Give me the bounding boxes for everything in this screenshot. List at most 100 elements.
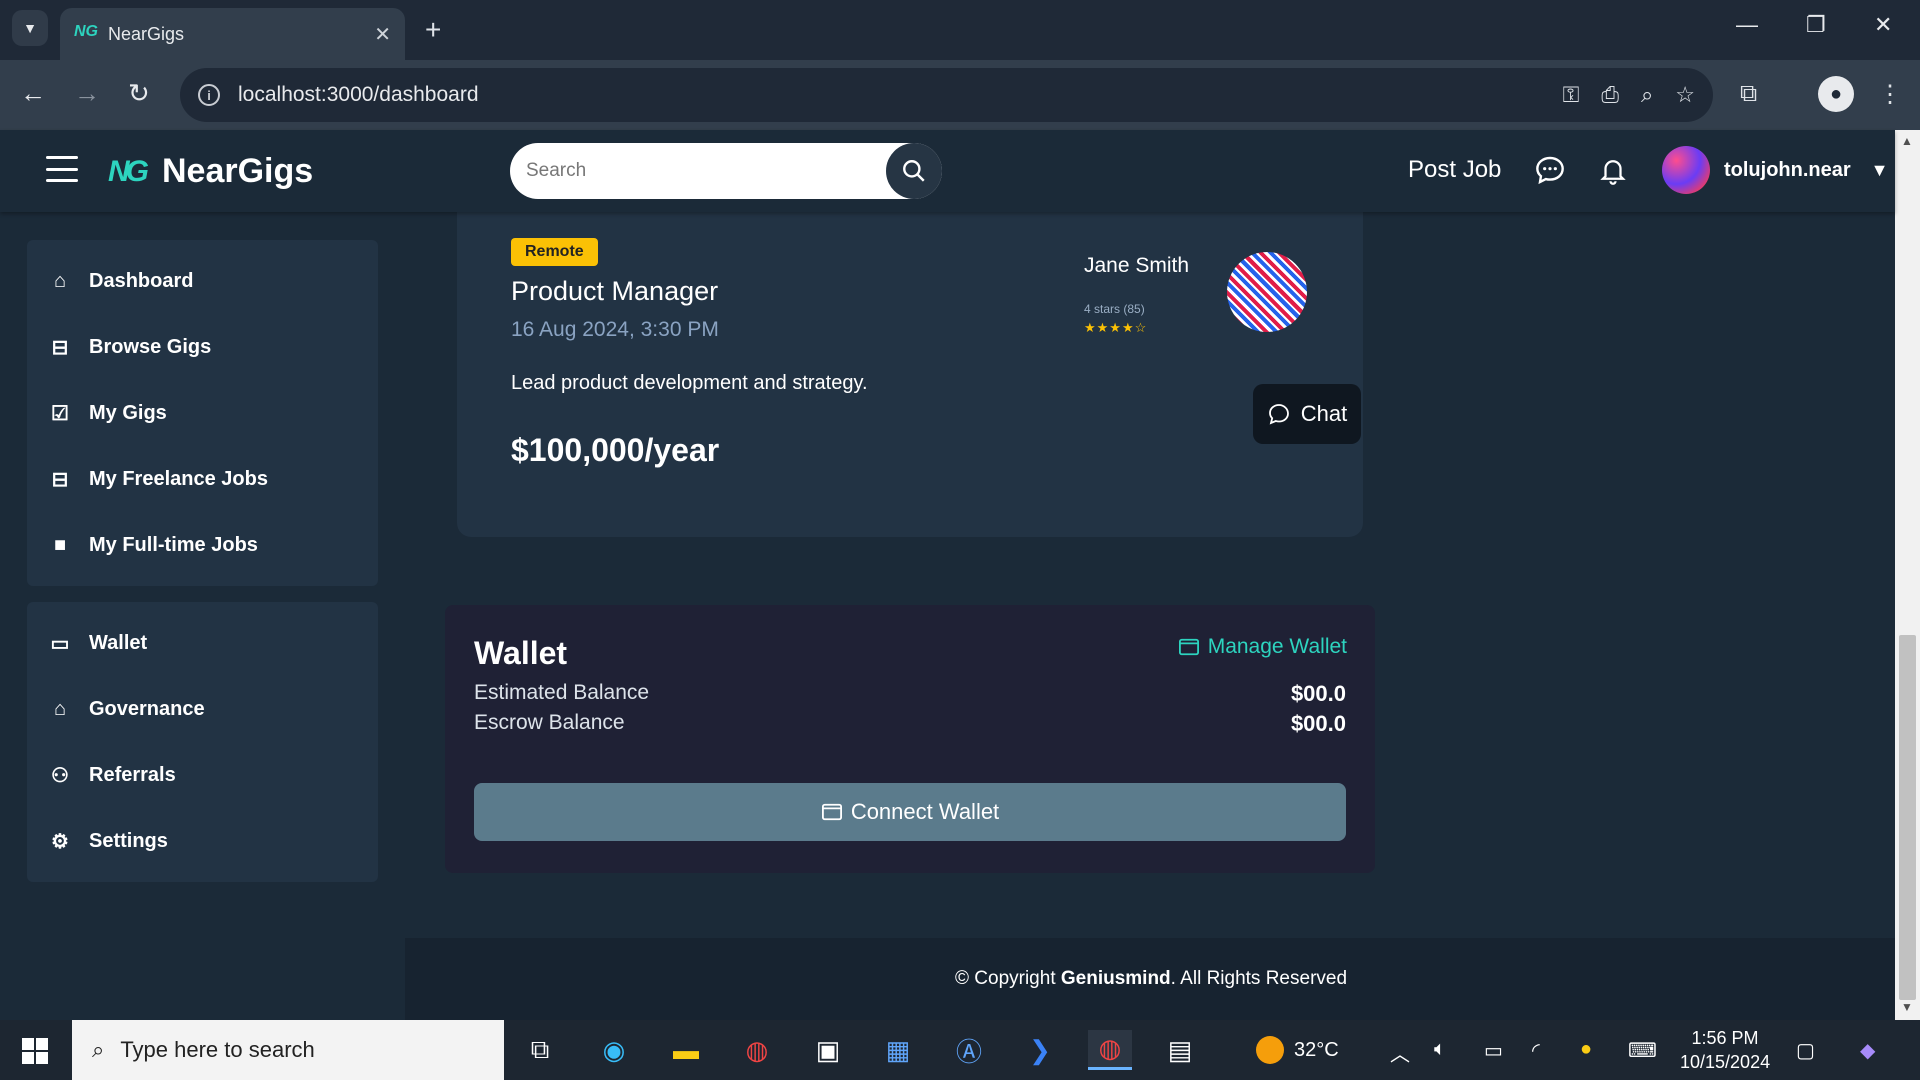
zoom-icon[interactable]: ⌕ xyxy=(1641,82,1653,108)
reload-icon[interactable]: ↻ xyxy=(128,78,150,109)
browser-tab-bar: ▼ NG NearGigs ✕ + — ❐ ✕ xyxy=(0,0,1920,60)
username: tolujohn.near xyxy=(1724,158,1851,181)
clipboard-check-icon: ☑ xyxy=(51,402,69,425)
scroll-down-icon[interactable]: ▼ xyxy=(1901,1000,1913,1014)
install-app-icon[interactable]: ⎙ xyxy=(1601,82,1619,108)
job-card[interactable]: Remote Product Manager 16 Aug 2024, 3:30… xyxy=(457,202,1363,537)
edge-browser-icon[interactable]: ◉ xyxy=(592,1030,636,1070)
estimated-balance-label: Estimated Balance xyxy=(474,681,650,704)
bookmark-star-icon[interactable]: ☆ xyxy=(1675,82,1695,108)
caret-down-icon[interactable]: ▼ xyxy=(1871,160,1889,181)
taskbar-search[interactable]: ⌕ Type here to search xyxy=(72,1020,504,1080)
sidebar-item-wallet[interactable]: ▭ Wallet xyxy=(27,610,378,676)
job-title[interactable]: Product Manager xyxy=(511,276,718,307)
browser-tab[interactable]: NG NearGigs ✕ xyxy=(60,8,405,60)
user-menu[interactable]: tolujohn.near ▼ xyxy=(1662,146,1889,194)
notification-center-icon[interactable]: ▢ xyxy=(1796,1038,1815,1063)
sidebar-item-governance[interactable]: ⌂ Governance xyxy=(27,676,378,742)
sidebar-item-my-freelance-jobs[interactable]: ⊟ My Freelance Jobs xyxy=(27,446,378,512)
back-icon[interactable]: ← xyxy=(20,78,46,109)
close-window-icon[interactable]: ✕ xyxy=(1874,12,1892,38)
chat-button[interactable]: Chat xyxy=(1253,384,1361,444)
search-button[interactable] xyxy=(886,143,942,199)
battery-icon[interactable]: ▭ xyxy=(1484,1038,1503,1063)
clock-date: 10/15/2024 xyxy=(1680,1052,1771,1072)
copyright-text: © Copyright Geniusmind. All Rights Reser… xyxy=(955,968,1347,990)
weather-widget[interactable]: 32°C xyxy=(1256,1036,1339,1064)
escrow-balance-value: $00.0 xyxy=(1290,711,1346,736)
post-job-link[interactable]: Post Job xyxy=(1408,156,1501,184)
password-key-icon[interactable]: ⚿ xyxy=(1563,82,1580,108)
scroll-up-icon[interactable]: ▲ xyxy=(1901,134,1913,148)
forward-icon[interactable]: → xyxy=(74,78,100,109)
sidebar-item-browse-gigs[interactable]: ⊟ Browse Gigs xyxy=(27,314,378,380)
tray-app-icon[interactable]: ● xyxy=(1580,1038,1592,1061)
job-salary: $100,000/year xyxy=(511,432,720,468)
messages-icon[interactable] xyxy=(1534,154,1566,193)
file-explorer-icon[interactable]: ▬ xyxy=(664,1030,708,1070)
search-icon xyxy=(903,160,925,182)
sidebar-item-dashboard[interactable]: ⌂ Dashboard xyxy=(27,248,378,314)
browser-profile-icon[interactable]: ● xyxy=(1818,76,1854,112)
microsoft-store-icon[interactable]: ▦ xyxy=(876,1030,920,1070)
wifi-icon[interactable]: ◜ xyxy=(1532,1038,1540,1063)
sidebar-item-label: My Full-time Jobs xyxy=(89,533,258,556)
job-date: 16 Aug 2024, 3:30 PM xyxy=(511,318,719,341)
windows-taskbar: ⌕ Type here to search ⧉ ◉ ▬ ◍ ▣ ▦ Ⓐ ❯ ◍ … xyxy=(0,1020,1920,1080)
people-icon: ⚇ xyxy=(51,764,69,787)
restore-icon[interactable]: ❐ xyxy=(1806,12,1826,38)
connect-wallet-button[interactable]: Connect Wallet xyxy=(474,783,1346,841)
system-clock[interactable]: 1:56 PM 10/15/2024 xyxy=(1680,1026,1770,1074)
sidebar: ⌂ Dashboard ⊟ Browse Gigs ☑ My Gigs ⊟ My… xyxy=(0,212,405,1020)
volume-icon[interactable]: 🔈︎ xyxy=(1434,1038,1446,1061)
hamburger-menu-icon[interactable] xyxy=(46,156,78,182)
app-logo[interactable]: NG NearGigs xyxy=(108,152,313,191)
estimated-balance-value: $00.0 xyxy=(1290,681,1346,706)
keyboard-icon[interactable]: ⌨ xyxy=(1628,1038,1657,1063)
user-avatar[interactable] xyxy=(1662,146,1710,194)
tab-search-button[interactable]: ▼ xyxy=(12,10,48,46)
new-tab-icon[interactable]: + xyxy=(425,14,441,46)
terminal-icon[interactable]: ▣ xyxy=(806,1030,850,1070)
extensions-icon[interactable]: ⧉ xyxy=(1740,80,1757,108)
search-icon: ⌕ xyxy=(92,1037,105,1062)
url-text[interactable]: localhost:3000/dashboard xyxy=(238,83,1541,107)
browser-menu-icon[interactable]: ⋮ xyxy=(1878,80,1902,109)
close-tab-icon[interactable]: ✕ xyxy=(374,22,391,47)
address-bar[interactable]: i localhost:3000/dashboard ⚿ ⎙ ⌕ ☆ xyxy=(180,68,1713,122)
company-name: Geniusmind xyxy=(1060,968,1171,989)
sidebar-item-label: Referrals xyxy=(89,763,176,786)
app-store-icon[interactable]: Ⓐ xyxy=(947,1030,991,1070)
windows-start-icon[interactable] xyxy=(22,1038,48,1064)
copilot-icon[interactable]: ◆ xyxy=(1860,1038,1875,1063)
sidebar-item-settings[interactable]: ⚙ Settings xyxy=(27,808,378,874)
notification-bell-icon[interactable] xyxy=(1598,154,1628,193)
poster-avatar[interactable] xyxy=(1227,252,1307,332)
sidebar-item-label: Wallet xyxy=(89,631,148,654)
poster-stars: ★★★★☆ xyxy=(1084,320,1148,335)
task-view-icon[interactable]: ⧉ xyxy=(518,1030,562,1070)
neargigs-logo-icon: NG xyxy=(108,154,149,188)
temperature: 32°C xyxy=(1294,1038,1339,1061)
chrome-profile-icon[interactable]: ◍ xyxy=(735,1030,779,1070)
manage-wallet-link[interactable]: Manage Wallet xyxy=(1178,635,1347,659)
chrome-icon[interactable]: ◍ xyxy=(1088,1030,1132,1070)
minimize-icon[interactable]: — xyxy=(1736,12,1758,38)
feedback-app-icon[interactable]: ▤ xyxy=(1158,1030,1202,1070)
sidebar-item-referrals[interactable]: ⚇ Referrals xyxy=(27,742,378,808)
sidebar-item-my-gigs[interactable]: ☑ My Gigs xyxy=(27,380,378,446)
neargigs-favicon-icon: NG xyxy=(74,23,98,40)
wallet-icon xyxy=(821,803,842,821)
site-info-icon[interactable]: i xyxy=(198,84,220,106)
chevron-up-icon[interactable]: ︿ xyxy=(1390,1038,1410,1067)
vscode-icon[interactable]: ❯ xyxy=(1018,1030,1062,1070)
scroll-thumb[interactable] xyxy=(1899,635,1916,1000)
page-scrollbar[interactable]: ▲ ▼ xyxy=(1895,130,1920,1020)
poster-name[interactable]: Jane Smith xyxy=(1084,254,1189,278)
search-input[interactable] xyxy=(526,160,896,182)
sidebar-item-label: Browse Gigs xyxy=(89,335,212,358)
escrow-balance-label: Escrow Balance xyxy=(474,711,625,734)
wallet-card: Wallet Manage Wallet Estimated Balance $… xyxy=(445,605,1375,873)
sidebar-item-label: My Freelance Jobs xyxy=(89,467,268,490)
sidebar-item-my-full-time-jobs[interactable]: ■ My Full-time Jobs xyxy=(27,512,378,578)
